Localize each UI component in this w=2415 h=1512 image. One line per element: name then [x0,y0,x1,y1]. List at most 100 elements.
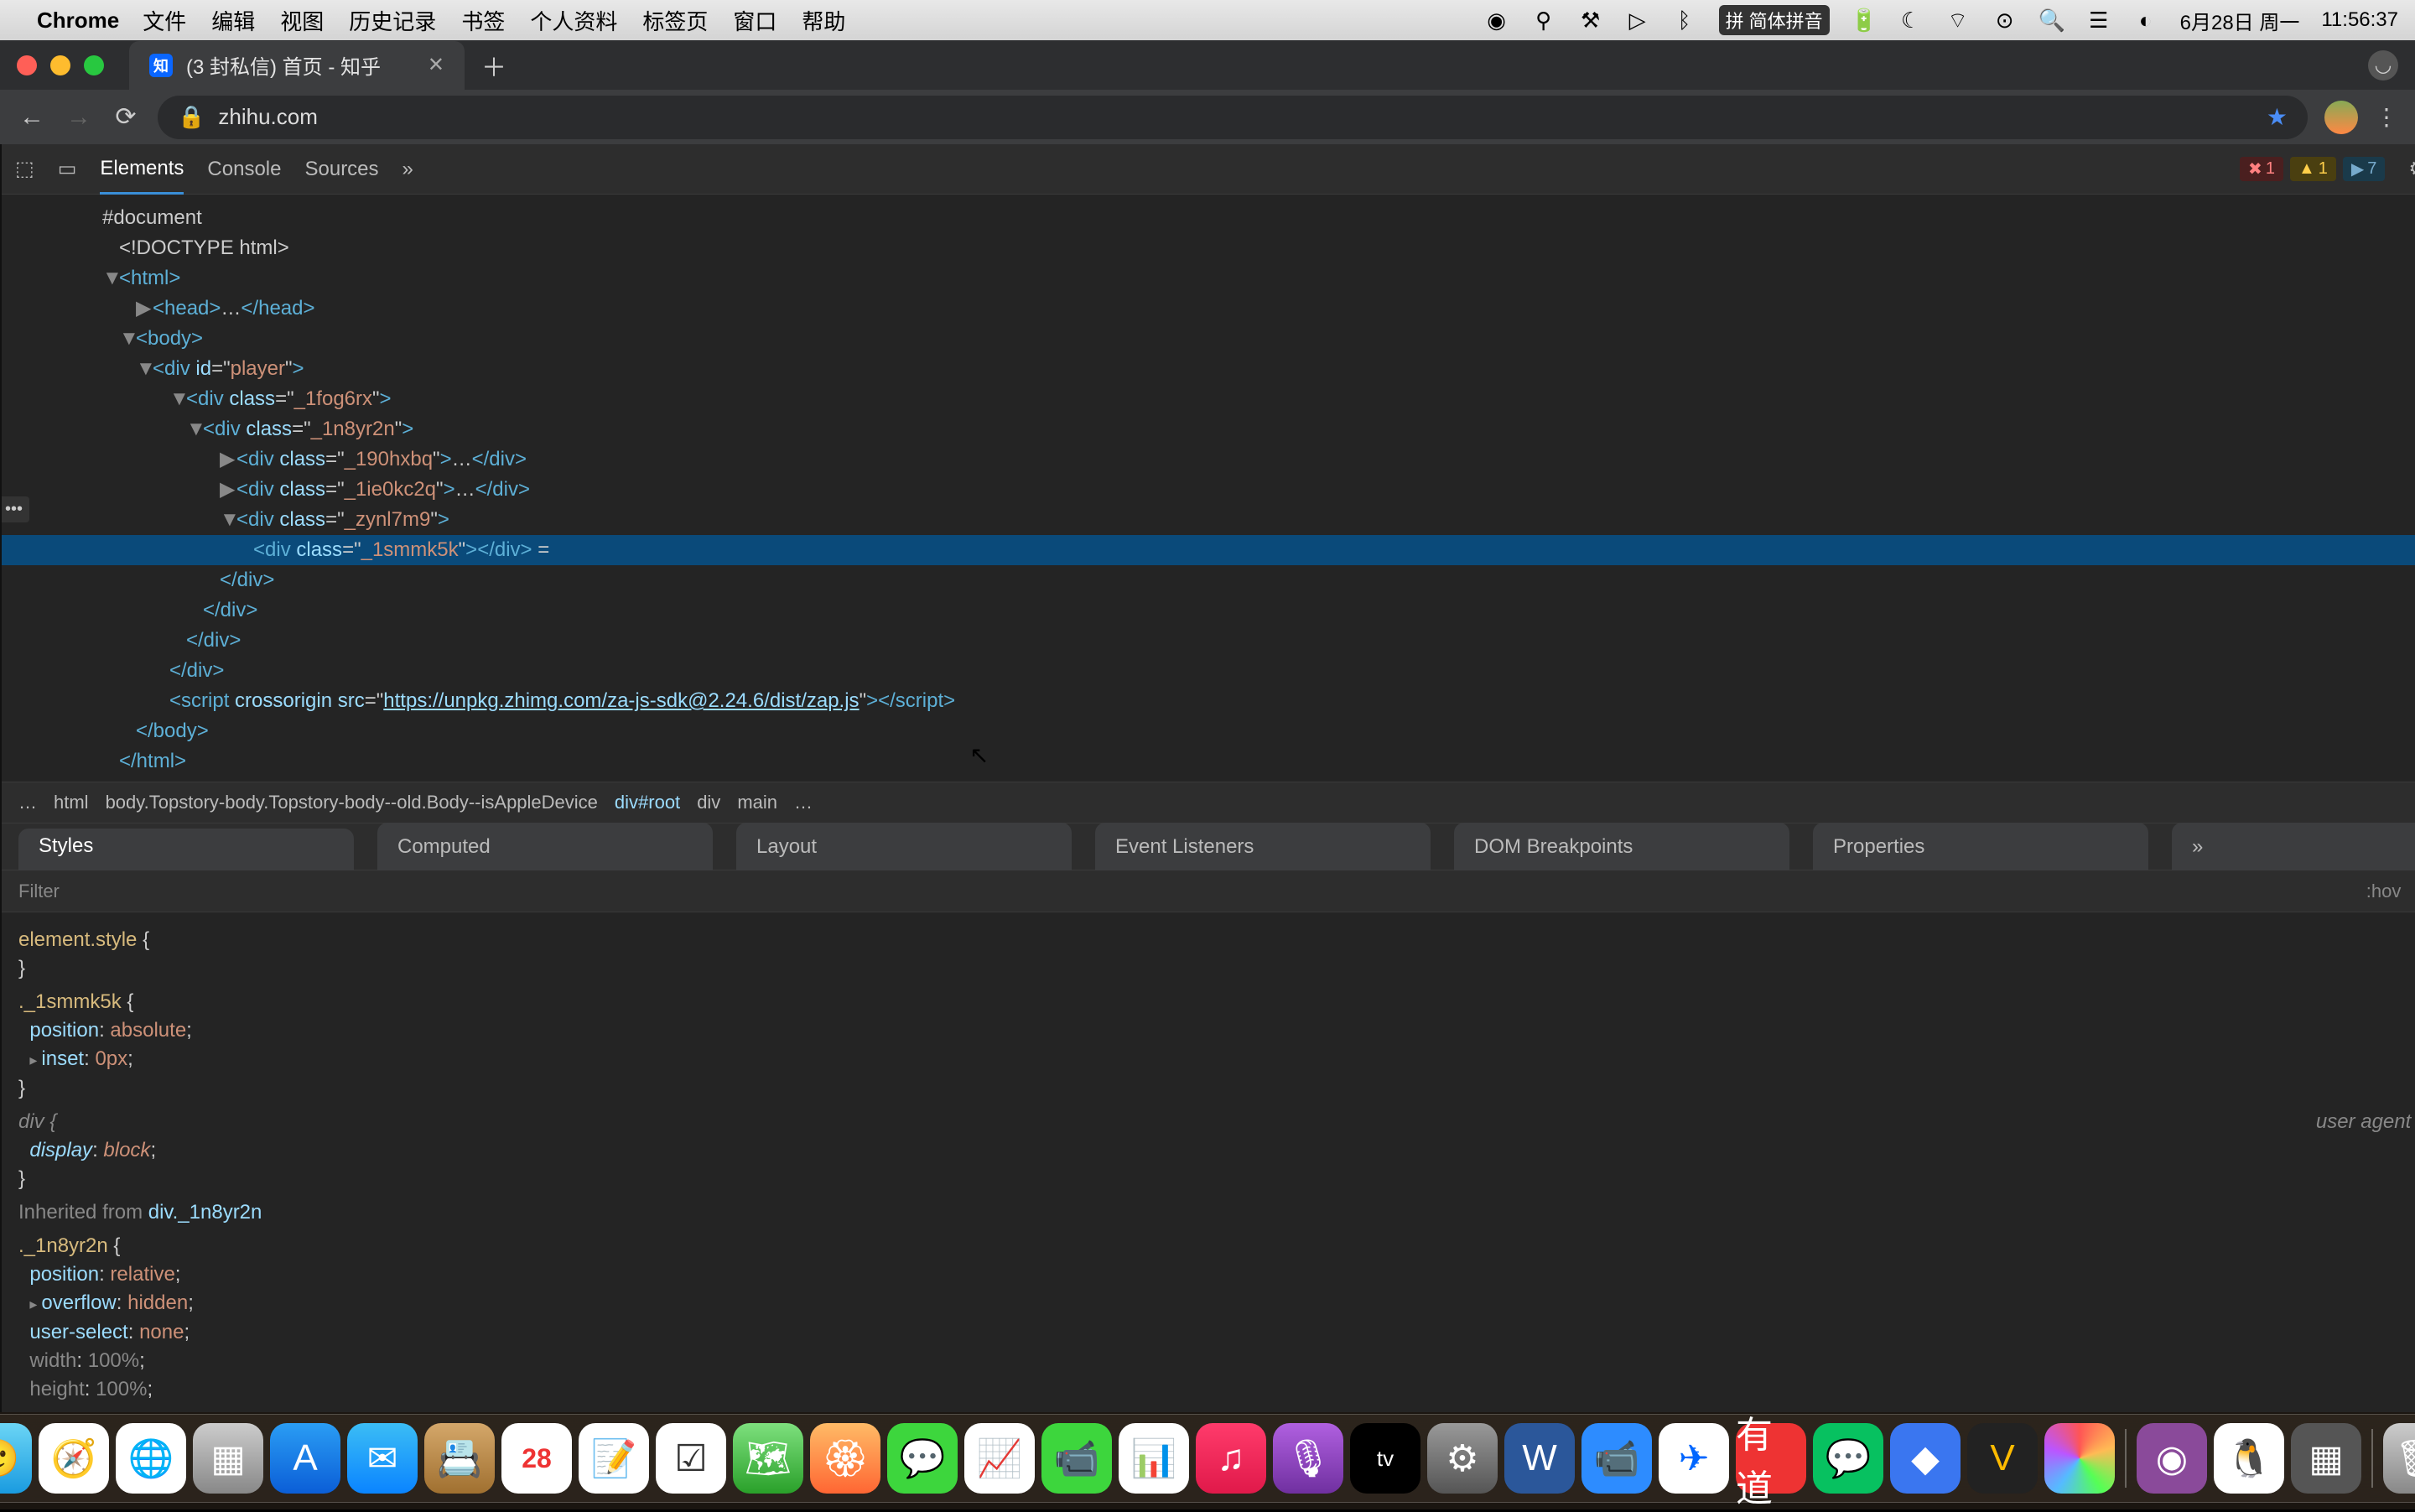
tab-bar: 知 (3 封私信) 首页 - 知乎 ✕ ＋ ◡ [0,40,2415,90]
dock-numbers[interactable]: 📊 [1119,1423,1189,1494]
menu-bookmarks[interactable]: 书签 [461,5,505,36]
zoom-window-button[interactable] [84,55,104,75]
tab-computed[interactable]: Computed [377,823,713,871]
dock-mail[interactable]: ✉ [347,1423,418,1494]
menu-help[interactable]: 帮助 [802,5,845,36]
inspect-icon[interactable]: ⬚ [15,157,34,181]
selected-dom-node[interactable]: <div class="_1smmk5k"></div> = [2,535,2415,565]
menu-tabs[interactable]: 标签页 [642,5,708,36]
menu-history[interactable]: 历史记录 [349,5,436,36]
more-style-tabs[interactable]: » [2172,823,2415,871]
close-window-button[interactable] [17,55,37,75]
dock-wechat[interactable]: 💬 [1813,1423,1883,1494]
tab-props[interactable]: Properties [1813,823,2148,871]
wifi-icon[interactable]: ⌔ [1945,8,1971,33]
bluetooth-icon[interactable]: ᛒ [1672,8,1697,33]
dock-messages[interactable]: 💬 [887,1423,958,1494]
dock-contacts[interactable]: 📇 [424,1423,495,1494]
tab-dombp[interactable]: DOM Breakpoints [1454,823,1789,871]
device-icon[interactable]: ▭ [58,157,77,181]
tab-styles[interactable]: Styles [18,829,354,877]
dock-word[interactable]: W [1504,1423,1575,1494]
dock-maps[interactable]: 🗺 [733,1423,803,1494]
menubar-app-name[interactable]: Chrome [37,8,119,34]
location-icon[interactable]: ⚲ [1531,8,1556,33]
dock-separator [2371,1429,2373,1488]
dock-zoom[interactable]: 📹 [1581,1423,1652,1494]
siri-icon[interactable]: ◐ [2133,8,2158,33]
info-count[interactable]: ▶ 7 [2343,157,2386,181]
hov-toggle[interactable]: :hov [2366,881,2402,902]
tab-title: (3 封私信) 首页 - 知乎 [186,50,381,80]
styles-tabs: Styles Computed Layout Event Listeners D… [2,824,2415,870]
dock-feishu[interactable]: ✈ [1659,1423,1729,1494]
tab-elements[interactable]: Elements [100,157,184,195]
dock-notes[interactable]: 📝 [579,1423,649,1494]
menubar-time[interactable]: 11:56:37 [2321,8,2398,32]
dock-app-purple[interactable]: ◉ [2137,1423,2207,1494]
warn-count[interactable]: ▲ 1 [2290,157,2336,181]
dock-calculator[interactable]: ▦ [2291,1423,2361,1494]
error-count[interactable]: ✖ 1 [2240,157,2283,181]
dock-finder[interactable]: 🙂 [0,1423,32,1494]
dock-qq[interactable]: 🐧 [2214,1423,2284,1494]
dock-settings[interactable]: ⚙ [1427,1423,1498,1494]
more-tabs[interactable]: » [402,158,413,181]
lock-icon: 🔒 [178,104,205,130]
dock-app-rainbow[interactable] [2044,1423,2115,1494]
minimize-window-button[interactable] [50,55,70,75]
input-method[interactable]: 拼 简体拼音 [1719,5,1830,35]
back-button[interactable]: ← [17,103,47,132]
playback-icon[interactable]: ▷ [1625,8,1650,33]
dock-chrome[interactable]: 🌐 [116,1423,186,1494]
dock-app-dark[interactable]: V [1967,1423,2038,1494]
browser-menu-button[interactable]: ⋮ [2375,103,2398,131]
dock-trash[interactable]: 🗑 [2383,1423,2415,1494]
spotlight-icon[interactable]: 🔍 [2039,8,2064,33]
dock-reminders[interactable]: ☑ [656,1423,726,1494]
battery-icon[interactable]: 🔋 [1852,8,1877,33]
styles-pane[interactable]: element.style {} <style>._1smmk5k { posi… [2,912,2415,1412]
menubar-date[interactable]: 6月28日 周一 [2180,6,2300,35]
dock-photos[interactable]: 🏵 [810,1423,880,1494]
tab-events[interactable]: Event Listeners [1095,823,1431,871]
browser-tab[interactable]: 知 (3 封私信) 首页 - 知乎 ✕ [129,41,465,90]
dock-podcasts[interactable]: 🎙 [1273,1423,1343,1494]
menu-window[interactable]: 窗口 [733,5,776,36]
record-icon[interactable]: ◉ [1484,8,1509,33]
clock-icon[interactable]: ⊙ [1992,8,2018,33]
menu-edit[interactable]: 编辑 [211,5,255,36]
menu-profiles[interactable]: 个人资料 [530,5,617,36]
dock-appstore[interactable]: A [270,1423,340,1494]
dock-youdao[interactable]: 有道 [1736,1423,1806,1494]
dom-tooltip: ••• [2,496,29,522]
close-tab-button[interactable]: ✕ [428,53,444,77]
filter-input[interactable]: Filter [18,881,60,902]
menu-view[interactable]: 视图 [280,5,324,36]
tool-icon[interactable]: ⚒ [1578,8,1603,33]
incognito-icon[interactable]: ◡ [2368,50,2398,81]
reload-button[interactable]: ⟳ [111,102,141,132]
dom-tree[interactable]: #document <!DOCTYPE html> ▼<html> ▶<head… [2,195,2415,782]
dock-safari[interactable]: 🧭 [39,1423,109,1494]
profile-avatar[interactable] [2324,101,2358,134]
new-tab-button[interactable]: ＋ [481,47,506,84]
tab-console[interactable]: Console [207,158,281,181]
forward-button[interactable]: → [64,103,94,132]
breadcrumb[interactable]: … html body.Topstory-body.Topstory-body-… [2,782,2415,824]
bookmark-star-icon[interactable]: ★ [2267,103,2288,131]
dock-launchpad[interactable]: ▦ [193,1423,263,1494]
tab-layout[interactable]: Layout [736,823,1072,871]
dock-music[interactable]: ♫ [1196,1423,1266,1494]
url-input[interactable]: 🔒 zhihu.com ★ [158,96,2308,139]
dock-facetime[interactable]: 📹 [1041,1423,1112,1494]
tab-sources[interactable]: Sources [304,158,378,181]
dock-tv[interactable]: tv [1350,1423,1420,1494]
control-center-icon[interactable]: ☰ [2086,8,2111,33]
dock-stocks[interactable]: 📈 [964,1423,1035,1494]
dock-calendar[interactable]: 28 [501,1423,572,1494]
dnd-icon[interactable]: ☾ [1898,8,1924,33]
settings-icon[interactable]: ⚙ [2408,157,2415,181]
menu-file[interactable]: 文件 [143,5,186,36]
dock-app-blue[interactable]: ◆ [1890,1423,1961,1494]
